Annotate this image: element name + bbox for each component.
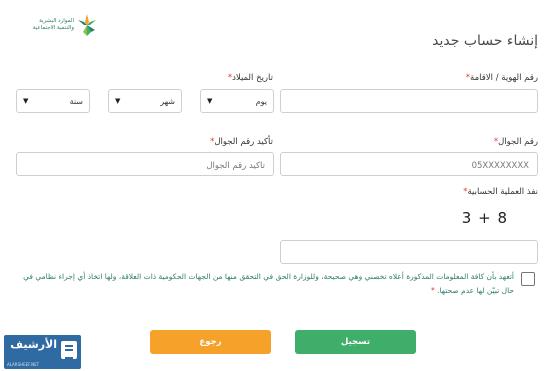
page-title: إنشاء حساب جديد [432, 33, 538, 49]
badge-title: الأرشيف [10, 338, 57, 351]
dob-year-select[interactable]: ▼ سنة [16, 89, 90, 113]
required-mark: * [430, 286, 435, 295]
terms-text: أتعهد بأن كافة المعلومات المذكورة أعلاه … [23, 272, 514, 295]
captcha-answer-input[interactable] [281, 243, 537, 265]
archive-watermark-badge: الأرشيف ALARSHEEF.NET [4, 335, 81, 369]
mobile-label: رقم الجوال* [493, 137, 538, 147]
mobile-confirm-label: تأكيد رقم الجوال* [210, 137, 273, 147]
chevron-down-icon: ▼ [115, 97, 121, 105]
back-button[interactable]: رجوع [150, 330, 271, 354]
id-number-input[interactable] [281, 92, 537, 114]
mobile-confirm-input[interactable] [17, 155, 273, 177]
captcha-answer-field[interactable] [280, 240, 538, 265]
dob-month-select[interactable]: ▼ شهر [108, 89, 182, 113]
dob-label: تاريخ الميلاد* [227, 73, 273, 83]
logo-line-1: الموارد البشرية [39, 18, 74, 24]
register-button[interactable]: تسجيل [295, 330, 416, 354]
logo-mark-icon [78, 14, 96, 36]
mobile-confirm-field[interactable] [16, 152, 274, 177]
mobile-input[interactable] [281, 155, 537, 177]
chevron-down-icon: ▼ [23, 97, 29, 105]
logo-line-2: والتنمية الاجتماعية [32, 25, 74, 31]
id-number-field[interactable] [280, 89, 538, 114]
id-number-label: رقم الهوية / الاقامة* [465, 73, 538, 83]
dob-day-select[interactable]: ▼ يوم [200, 89, 274, 113]
chevron-down-icon: ▼ [207, 97, 213, 105]
ministry-logo: الموارد البشرية والتنمية الاجتماعية [14, 12, 96, 42]
terms-checkbox[interactable] [521, 272, 535, 286]
badge-subtitle: ALARSHEEF.NET [7, 362, 40, 367]
captcha-label: نفذ العملية الحسابية* [463, 187, 538, 197]
archive-icon [61, 341, 77, 359]
captcha-expression: 3 + 8 [461, 209, 508, 227]
mobile-field[interactable] [280, 152, 538, 177]
